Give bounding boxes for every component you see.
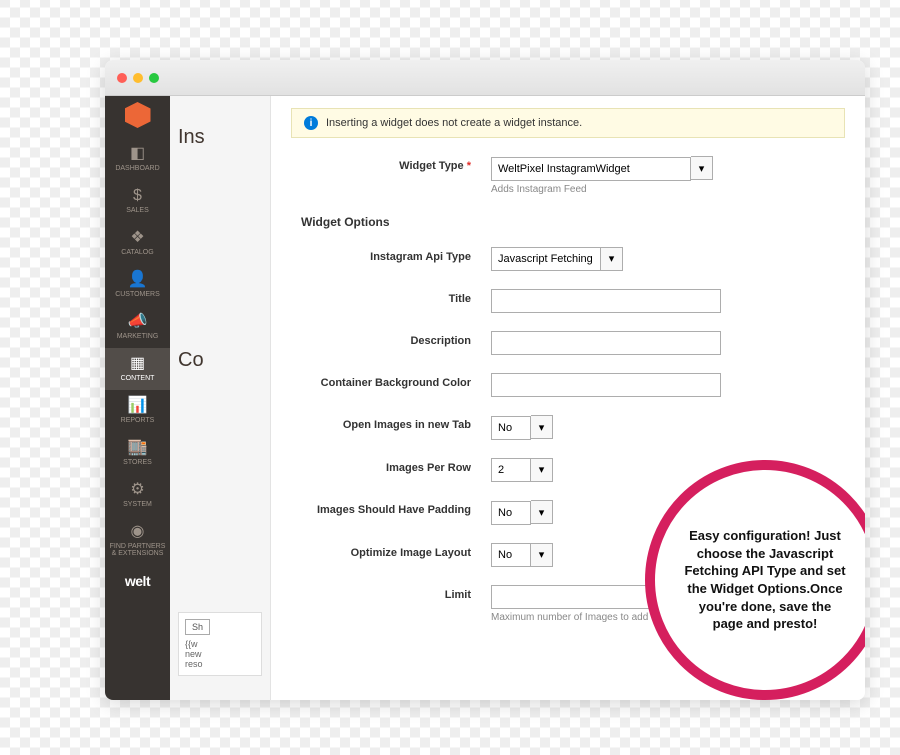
content-icon: ▦	[107, 356, 168, 372]
sidebar-item-marketing[interactable]: 📣Marketing	[105, 306, 170, 348]
gear-icon: ⚙	[107, 482, 168, 498]
minimize-icon[interactable]	[133, 73, 143, 83]
title-input[interactable]	[491, 289, 721, 313]
browser-chrome	[105, 60, 865, 96]
info-notice: i Inserting a widget does not create a w…	[291, 108, 845, 138]
sidebar-item-content[interactable]: ▦Content	[105, 348, 170, 390]
limit-label: Limit	[291, 585, 491, 601]
sidebar-item-dashboard[interactable]: ◧Dashboard	[105, 138, 170, 180]
editor-snippet: Sh {{w new reso	[178, 612, 262, 676]
api-type-label: Instagram Api Type	[291, 247, 491, 263]
new-tab-select[interactable]: No	[491, 416, 531, 440]
padding-label: Images Should Have Padding	[291, 500, 491, 516]
per-row-select[interactable]: 2	[491, 458, 531, 482]
person-icon: 👤	[107, 272, 168, 288]
row-bg-color: Container Background Color	[291, 373, 845, 397]
new-tab-label: Open Images in new Tab	[291, 415, 491, 431]
padding-select[interactable]: No	[491, 501, 531, 525]
per-row-label: Images Per Row	[291, 458, 491, 474]
chevron-down-icon[interactable]: ▾	[531, 543, 553, 567]
magento-logo-icon[interactable]	[125, 102, 151, 128]
close-icon[interactable]	[117, 73, 127, 83]
dashboard-icon: ◧	[107, 146, 168, 162]
sidebar-item-reports[interactable]: 📊Reports	[105, 390, 170, 432]
show-button[interactable]: Sh	[185, 619, 210, 635]
stores-icon: 🏬	[107, 440, 168, 456]
sidebar-item-partners[interactable]: ◉Find Partners & Extensions	[105, 516, 170, 565]
megaphone-icon: 📣	[107, 314, 168, 330]
row-widget-type: Widget Type WeltPixel InstagramWidget▾ A…	[291, 156, 845, 195]
reports-icon: 📊	[107, 398, 168, 414]
sidebar-item-stores[interactable]: 🏬Stores	[105, 432, 170, 474]
optimize-select[interactable]: No	[491, 543, 531, 567]
description-label: Description	[291, 331, 491, 347]
weltpixel-logo: welt	[125, 573, 150, 589]
widget-options-heading: Widget Options	[301, 215, 845, 229]
maximize-icon[interactable]	[149, 73, 159, 83]
bg-color-label: Container Background Color	[291, 373, 491, 389]
api-type-select[interactable]: Javascript Fetching	[491, 247, 601, 271]
widget-type-select[interactable]: WeltPixel InstagramWidget	[491, 157, 691, 181]
widget-type-label: Widget Type	[291, 156, 491, 172]
info-icon: i	[304, 116, 318, 130]
section-title: Co	[178, 349, 262, 372]
background-page: Ins Co Sh {{w new reso	[170, 96, 270, 700]
sidebar-item-system[interactable]: ⚙System	[105, 474, 170, 516]
row-title: Title	[291, 289, 845, 313]
bg-color-input[interactable]	[491, 373, 721, 397]
description-input[interactable]	[491, 331, 721, 355]
admin-sidebar: ◧Dashboard $Sales ❖Catalog 👤Customers 📣M…	[105, 96, 170, 700]
title-label: Title	[291, 289, 491, 305]
browser-window: ◧Dashboard $Sales ❖Catalog 👤Customers 📣M…	[105, 60, 865, 700]
chevron-down-icon[interactable]: ▾	[531, 458, 553, 482]
chevron-down-icon[interactable]: ▾	[531, 415, 553, 439]
row-description: Description	[291, 331, 845, 355]
sidebar-item-catalog[interactable]: ❖Catalog	[105, 222, 170, 264]
optimize-label: Optimize Image Layout	[291, 543, 491, 559]
chevron-down-icon[interactable]: ▾	[531, 500, 553, 524]
row-new-tab: Open Images in new Tab No▾	[291, 415, 845, 440]
chevron-down-icon[interactable]: ▾	[691, 156, 713, 180]
catalog-icon: ❖	[107, 230, 168, 246]
row-api-type: Instagram Api Type Javascript Fetching▾	[291, 247, 845, 272]
chevron-down-icon[interactable]: ▾	[601, 247, 623, 271]
sidebar-item-sales[interactable]: $Sales	[105, 180, 170, 222]
dollar-icon: $	[107, 188, 168, 204]
sidebar-item-customers[interactable]: 👤Customers	[105, 264, 170, 306]
partners-icon: ◉	[107, 524, 168, 540]
page-title: Ins	[178, 126, 262, 149]
widget-type-hint: Adds Instagram Feed	[491, 184, 845, 195]
